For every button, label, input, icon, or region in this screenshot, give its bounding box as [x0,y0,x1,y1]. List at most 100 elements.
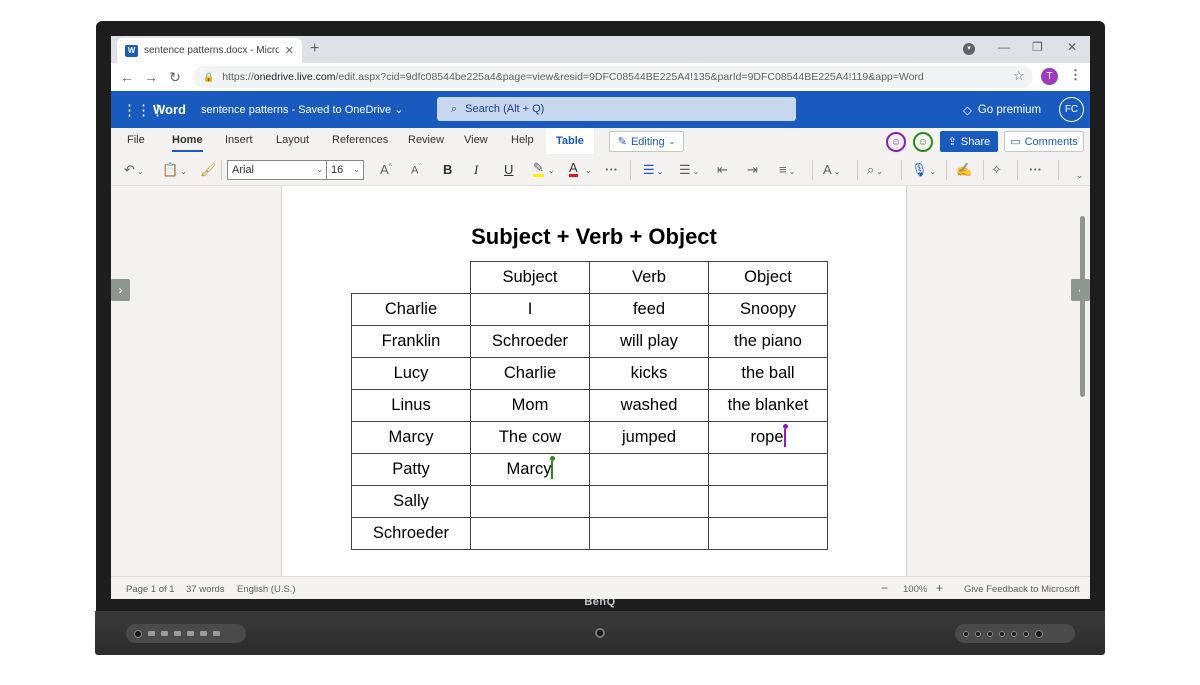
table-cell-subject[interactable]: Mom [470,389,590,422]
expand-ribbon-icon[interactable]: ⌄ [1076,170,1084,181]
document-heading[interactable]: Subject + Verb + Object [282,224,906,250]
app-name[interactable]: Word [153,102,186,117]
chevron-down-icon[interactable]: ⌄ [548,166,555,175]
header-cell-empty[interactable] [351,261,471,294]
coauthor-avatar-green[interactable]: ☺ [913,132,933,152]
zoom-out-button[interactable]: − [881,581,888,595]
table-cell-subject[interactable]: I [470,293,590,326]
browser-menu-icon[interactable]: ⋮ [1069,67,1082,83]
tab-review[interactable]: Review [408,134,444,146]
table-cell-object[interactable]: Snoopy [708,293,828,326]
editor-icon[interactable]: ✍ [956,162,972,178]
table-cell-verb[interactable]: feed [589,293,709,326]
table-cell-name[interactable]: Linus [351,389,471,422]
more-options-icon[interactable]: ··· [605,162,618,177]
zoom-in-button[interactable]: + [936,581,943,595]
decrease-indent-icon[interactable]: ⇤ [717,162,728,178]
undo-icon[interactable]: ↶ ⌄ [124,162,144,178]
document-title[interactable]: sentence patterns - Saved to OneDrive ⌄ [201,103,403,116]
table-cell-subject[interactable] [470,517,590,550]
table-cell-name[interactable]: Charlie [351,293,471,326]
format-painter-icon[interactable]: 🖌 [200,162,217,178]
underline-icon[interactable]: U [504,162,513,177]
profile-avatar[interactable]: T [1041,68,1058,85]
close-tab-icon[interactable]: ✕ [285,44,294,57]
table-cell-object[interactable]: the piano [708,325,828,358]
editing-mode-button[interactable]: ✎ Editing ⌄ [609,131,684,152]
header-cell-verb[interactable]: Verb [589,261,709,294]
dictate-microphone-icon[interactable]: 🎙 ⌄ [911,162,936,178]
find-icon[interactable]: ⌕ ⌄ [867,162,883,178]
new-tab-button[interactable]: + [310,40,319,58]
back-arrow-icon[interactable]: ← [115,69,139,85]
tab-search-icon[interactable]: ▾ [963,43,975,55]
table-cell-verb[interactable]: kicks [589,357,709,390]
tab-file[interactable]: File [127,134,145,146]
table-cell-object[interactable] [708,453,828,486]
document-page[interactable]: Subject + Verb + Object Subject Verb Obj… [281,186,907,586]
header-cell-object[interactable]: Object [708,261,828,294]
bold-icon[interactable]: B [443,162,452,177]
go-premium-button[interactable]: ◇ Go premium [963,103,1041,117]
table-cell-subject[interactable]: Schroeder [470,325,590,358]
table-cell-name[interactable]: Schroeder [351,517,471,550]
word-count[interactable]: 37 words [186,584,225,595]
language[interactable]: English (U.S.) [237,584,296,595]
table-cell-object[interactable] [708,485,828,518]
tab-home[interactable]: Home [172,134,203,152]
table-cell-subject[interactable]: Marcy [470,453,590,486]
tab-layout[interactable]: Layout [276,134,309,146]
more-toolbar-icon[interactable]: ··· [1029,162,1042,177]
table-cell-name[interactable]: Sally [351,485,471,518]
table-cell-object[interactable]: the blanket [708,389,828,422]
feedback-link[interactable]: Give Feedback to Microsoft [964,584,1080,595]
table-cell-object[interactable]: the ball [708,357,828,390]
comments-button[interactable]: ▭ Comments [1004,131,1084,152]
bullets-icon[interactable]: ☰ ⌄ [643,162,663,178]
table-cell-object[interactable] [708,517,828,550]
tab-references[interactable]: References [332,134,388,146]
browser-tab[interactable]: W sentence patterns.docx - Microsoft Wor… [117,38,302,63]
align-icon[interactable]: ≡ ⌄ [779,162,795,177]
table-cell-verb[interactable] [589,517,709,550]
table-cell-name[interactable]: Franklin [351,325,471,358]
user-avatar[interactable]: FC [1059,97,1084,122]
search-input[interactable]: ⌕ Search (Alt + Q) [437,97,796,121]
restore-button[interactable]: ❐ [1032,40,1043,54]
tab-help[interactable]: Help [511,134,534,146]
table-cell-name[interactable]: Patty [351,453,471,486]
italic-icon[interactable]: I [474,162,478,178]
chevron-down-icon[interactable]: ⌄ [585,166,592,175]
zoom-level[interactable]: 100% [903,584,927,595]
close-window-button[interactable]: ✕ [1067,40,1077,54]
minimize-button[interactable]: — [998,40,1010,54]
table-cell-subject[interactable] [470,485,590,518]
expand-left-pane-icon[interactable]: › [111,279,130,301]
table-cell-object[interactable]: rope [708,421,828,454]
table-cell-verb[interactable]: jumped [589,421,709,454]
highlight-icon[interactable]: ✎ [533,161,544,177]
paste-icon[interactable]: 📋 ⌄ [162,162,187,178]
font-color-icon[interactable]: A [569,161,578,177]
font-size-select[interactable]: 16 ⌄ [326,160,364,180]
coauthor-avatar-purple[interactable]: ☺ [886,132,906,152]
numbering-icon[interactable]: ☰ ⌄ [679,162,699,178]
designer-wand-icon[interactable]: ✧ [991,162,1002,178]
table-cell-verb[interactable] [589,485,709,518]
table-cell-subject[interactable]: Charlie [470,357,590,390]
header-cell-subject[interactable]: Subject [470,261,590,294]
reload-icon[interactable]: ↻ [163,69,187,86]
tab-insert[interactable]: Insert [225,134,253,146]
increase-indent-icon[interactable]: ⇥ [747,162,758,178]
tab-view[interactable]: View [464,134,488,146]
grow-font-icon[interactable]: A^ [380,162,392,177]
tab-table[interactable]: Table [546,128,594,154]
table-cell-name[interactable]: Lucy [351,357,471,390]
url-bar[interactable]: 🔒 https://onedrive.live.com/edit.aspx?ci… [193,66,1033,88]
forward-arrow-icon[interactable]: → [139,69,163,85]
table-cell-verb[interactable] [589,453,709,486]
shrink-font-icon[interactable]: Aˇ [411,164,421,177]
table-cell-verb[interactable]: washed [589,389,709,422]
bookmark-star-icon[interactable]: ☆ [1013,68,1025,84]
styles-icon[interactable]: A ⌄ [823,162,840,177]
